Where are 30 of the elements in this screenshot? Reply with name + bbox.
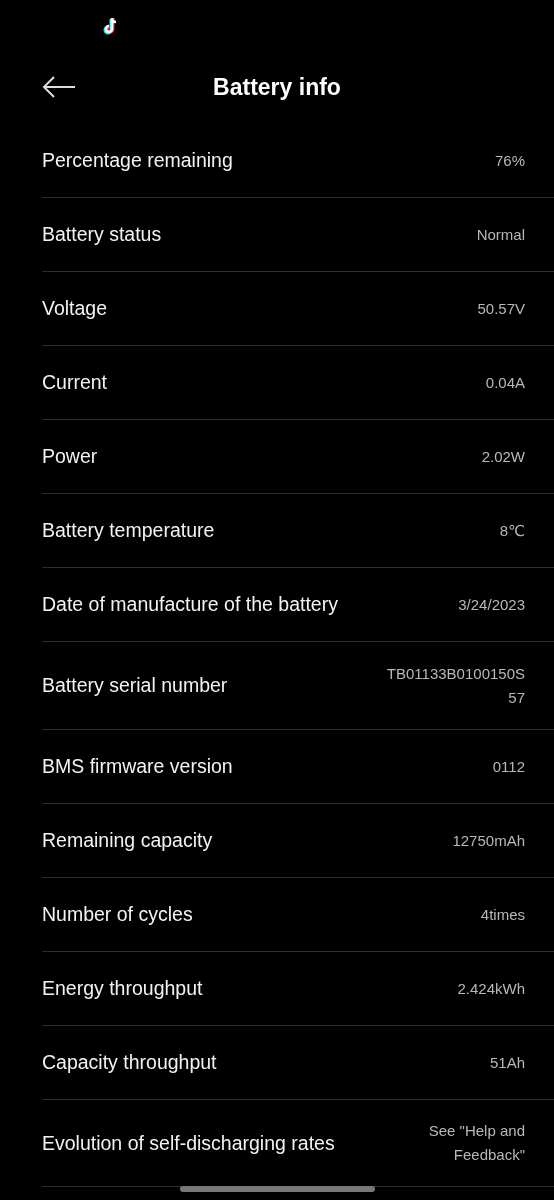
setting-label: Percentage remaining [42,149,233,172]
setting-label: Energy throughput [42,977,203,1000]
setting-label: BMS firmware version [42,755,233,778]
setting-value: 76% [494,150,525,171]
setting-value: 0.04A [485,372,525,393]
setting-value: TB01133B0100150S 57 [386,663,525,708]
setting-label: Battery temperature [42,519,215,542]
setting-value: 8℃ [499,520,525,541]
setting-value: 2.424kWh [457,978,525,999]
setting-label: Battery status [42,223,162,246]
setting-label: Capacity throughput [42,1051,217,1074]
setting-value: 50.57V [477,298,525,319]
back-icon[interactable] [42,76,76,98]
setting-value: 51Ah [489,1052,525,1073]
setting-label: Voltage [42,297,108,320]
setting-label: Remaining capacity [42,829,213,852]
setting-label: Number of cycles [42,903,193,926]
setting-value: 4times [480,904,525,925]
setting-value: 12750mAh [452,830,525,851]
setting-value: Normal [476,224,525,245]
setting-value: 2.02W [481,446,525,467]
page-title: Battery info [213,73,341,101]
setting-label: Current [42,371,108,394]
setting-label: Evolution of self-discharging rates [42,1131,335,1155]
setting-label: Battery serial number [42,674,228,697]
setting-value: See "Help and Feedback" [428,1121,525,1165]
setting-value: 0112 [492,756,525,777]
setting-label: Date of manufacture of the battery [42,593,338,616]
setting-label: Power [42,445,98,468]
setting-value: 3/24/2023 [458,594,525,615]
